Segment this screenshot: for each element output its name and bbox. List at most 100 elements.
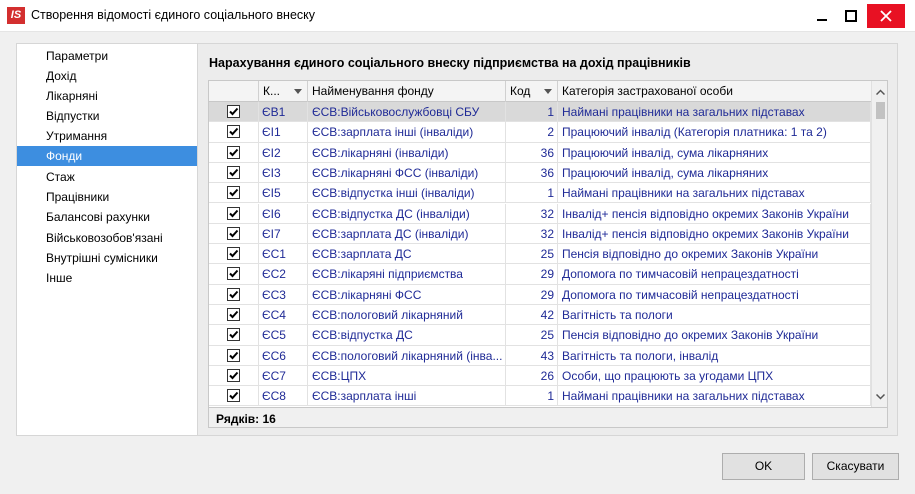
row-checkbox[interactable] — [227, 287, 240, 301]
row-checkbox[interactable] — [227, 145, 240, 159]
cell-category[interactable]: Працюючий інвалід, сума лікарняних — [558, 142, 871, 163]
scroll-up-button[interactable] — [872, 83, 887, 100]
cell-category[interactable]: Наймані працівники на загальних підстава… — [558, 102, 871, 122]
sidebar-item-employees[interactable]: Працівники — [17, 187, 198, 207]
cell-category[interactable]: Вагітність та пологи, інвалід — [558, 345, 871, 366]
table-row[interactable]: ЄС8 ЄСВ:зарплата інші 1 Наймані працівники … — [209, 386, 871, 407]
sidebar-item-deductions[interactable]: Утримання — [17, 126, 198, 146]
cell-kod[interactable]: 43 — [506, 345, 558, 366]
cell-code[interactable]: ЄІ6 — [259, 203, 308, 224]
cell-code[interactable]: ЄС4 — [259, 305, 308, 325]
cell-fund[interactable]: ЄСВ:пологовий лікарняний — [308, 305, 506, 325]
cell-code[interactable]: ЄС8 — [259, 386, 308, 407]
row-checkbox[interactable] — [227, 328, 240, 342]
table-row[interactable]: ЄС7 ЄСВ:ЦПХ 26 Особи, що працюють за угодам… — [209, 365, 871, 387]
cell-code[interactable]: ЄІ7 — [259, 223, 308, 244]
cell-fund[interactable]: ЄСВ:лікарняні ФСС — [308, 284, 506, 305]
sidebar-item-income[interactable]: Дохід — [17, 66, 198, 86]
cell-code[interactable]: ЄІ3 — [259, 162, 308, 183]
cell-category[interactable]: Особи, що працюють за угодами ЦПХ — [558, 365, 871, 386]
table-row[interactable]: ЄІ1 ЄСВ:зарплата інші (інваліди) 2 Працюючи… — [209, 122, 871, 143]
sidebar-item-vacations[interactable]: Відпустки — [17, 106, 198, 126]
row-checkbox[interactable] — [227, 348, 240, 362]
cell-category[interactable]: Пенсія відповідно до окремих Законів Укр… — [558, 244, 871, 265]
cell-fund[interactable]: ЄСВ:відпустка інші (інваліди) — [308, 183, 506, 204]
cell-fund[interactable]: ЄСВ:лікаряні підприємства — [308, 264, 506, 285]
cell-kod[interactable]: 29 — [506, 284, 558, 305]
table-row[interactable]: ЄІ7 ЄСВ:зарплата ДС (інваліди) 32 Інвалід+ … — [209, 223, 871, 245]
close-button[interactable] — [867, 4, 905, 28]
row-checkbox[interactable] — [227, 125, 240, 139]
cell-fund[interactable]: ЄСВ:лікарняні (інваліди) — [308, 142, 506, 163]
row-checkbox[interactable] — [227, 206, 240, 220]
header-code-column[interactable]: К... — [259, 81, 308, 102]
header-fund-column[interactable]: Найменування фонду — [308, 81, 506, 102]
cell-code[interactable]: ЄІ2 — [259, 142, 308, 163]
cell-fund[interactable]: ЄСВ:пологовий лікарняний (інва... — [308, 345, 506, 366]
cell-code[interactable]: ЄС7 — [259, 365, 308, 386]
cell-category[interactable]: Інвалід+ пенсія відповідно окремих Закон… — [558, 203, 871, 224]
header-category-column[interactable]: Категорія застрахованої особи — [558, 81, 871, 102]
cell-code[interactable]: ЄС3 — [259, 284, 308, 305]
row-checkbox[interactable] — [227, 267, 240, 281]
scroll-down-button[interactable] — [872, 388, 887, 405]
table-row[interactable]: ЄС5 ЄСВ:відпустка ДС 25 Пенсія відповідно д… — [209, 325, 871, 346]
cell-kod[interactable]: 36 — [506, 162, 558, 183]
sidebar-item-military[interactable]: Військовозобов'язані — [17, 228, 198, 248]
sidebar-item-funds[interactable]: Фонди — [17, 146, 198, 166]
row-checkbox[interactable] — [227, 105, 240, 118]
table-row[interactable]: ЄІ3 ЄСВ:лікарняні ФСС (інваліди) 36 Працююч… — [209, 162, 871, 184]
cell-kod[interactable]: 32 — [506, 223, 558, 244]
table-row[interactable]: ЄС3 ЄСВ:лікарняні ФСС 29 Допомога по тимчас… — [209, 284, 871, 305]
cell-fund[interactable]: ЄСВ:відпустка ДС (інваліди) — [308, 203, 506, 224]
cell-code[interactable]: ЄС2 — [259, 264, 308, 285]
ok-button[interactable]: OK — [722, 453, 805, 480]
sidebar-item-parameters[interactable]: Параметри — [17, 46, 198, 66]
cell-category[interactable]: Працюючий інвалід (Категорія платника: 1… — [558, 122, 871, 143]
cell-kod[interactable]: 29 — [506, 264, 558, 285]
cell-fund[interactable]: ЄСВ:лікарняні ФСС (інваліди) — [308, 162, 506, 183]
cell-fund[interactable]: ЄСВ:зарплата ДС (інваліди) — [308, 223, 506, 244]
cell-category[interactable]: Пенсія відповідно до окремих Законів Укр… — [558, 325, 871, 346]
row-checkbox[interactable] — [227, 308, 240, 321]
sidebar-item-sick-leave[interactable]: Лікарняні — [17, 86, 198, 106]
cell-code[interactable]: ЄС1 — [259, 244, 308, 265]
cell-category[interactable]: Вагітність та пологи — [558, 305, 871, 325]
cell-code[interactable]: ЄС6 — [259, 345, 308, 366]
cell-category[interactable]: Допомога по тимчасовій непрацездатності — [558, 284, 871, 305]
table-row[interactable]: ЄІ2 ЄСВ:лікарняні (інваліди) 36 Працюючий і… — [209, 142, 871, 163]
vertical-scrollbar[interactable] — [871, 81, 887, 407]
row-checkbox[interactable] — [227, 165, 240, 179]
cell-kod[interactable]: 32 — [506, 203, 558, 224]
cell-fund[interactable]: ЄСВ:ЦПХ — [308, 365, 506, 386]
table-row[interactable]: ЄС4 ЄСВ:пологовий лікарняний 42 Вагітність … — [209, 305, 871, 326]
cell-category[interactable]: Наймані працівники на загальних підстава… — [558, 183, 871, 204]
table-row[interactable]: ЄІ5 ЄСВ:відпустка інші (інваліди) 1 Наймані… — [209, 183, 871, 204]
cell-fund[interactable]: ЄСВ:зарплата ДС — [308, 244, 506, 265]
cell-category[interactable]: Працюючий інвалід, сума лікарняних — [558, 162, 871, 183]
cell-kod[interactable]: 1 — [506, 102, 558, 122]
table-row[interactable]: ЄС6 ЄСВ:пологовий лікарняний (інва... 43 Ва… — [209, 345, 871, 366]
sidebar-item-internal-part-time[interactable]: Внутрішні сумісники — [17, 248, 198, 268]
table-row[interactable]: ЄВ1 ЄСВ:Військовослужбовці СБУ 1 Наймані пр… — [209, 102, 871, 123]
cancel-button[interactable]: Скасувати — [812, 453, 899, 480]
cell-fund[interactable]: ЄСВ:Військовослужбовці СБУ — [308, 102, 506, 122]
header-check-column[interactable] — [209, 81, 259, 102]
cell-code[interactable]: ЄІ1 — [259, 122, 308, 143]
scroll-thumb[interactable] — [876, 102, 885, 119]
sidebar-item-balance-accounts[interactable]: Балансові рахунки — [17, 207, 198, 227]
cell-code[interactable]: ЄІ5 — [259, 183, 308, 204]
cell-kod[interactable]: 36 — [506, 142, 558, 163]
table-row[interactable]: ЄС1 ЄСВ:зарплата ДС 25 Пенсія відповідно до… — [209, 244, 871, 265]
row-checkbox[interactable] — [227, 389, 240, 403]
cell-category[interactable]: Наймані працівники на загальних підстава… — [558, 386, 871, 407]
sidebar-item-other[interactable]: Інше — [17, 268, 198, 288]
table-row[interactable]: ЄС2 ЄСВ:лікаряні підприємства 29 Допомога п… — [209, 264, 871, 285]
row-checkbox[interactable] — [227, 226, 240, 240]
cell-kod[interactable]: 1 — [506, 183, 558, 204]
cell-kod[interactable]: 25 — [506, 244, 558, 265]
maximize-button[interactable] — [835, 4, 867, 28]
cell-code[interactable]: ЄВ1 — [259, 102, 308, 122]
row-checkbox[interactable] — [227, 186, 240, 200]
row-checkbox[interactable] — [227, 247, 240, 261]
